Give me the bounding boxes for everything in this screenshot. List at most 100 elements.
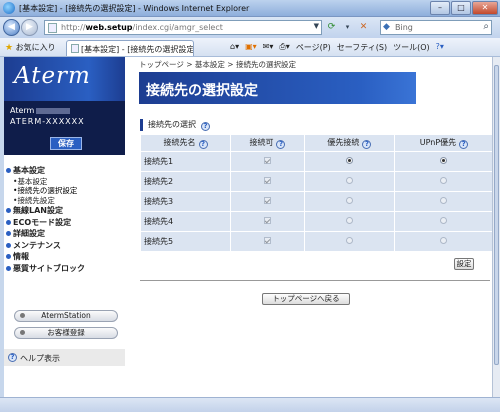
col-header-enabled: 接続可? <box>231 135 304 151</box>
browser-tab[interactable]: [基本設定] - [接続先の選択設定] <box>66 40 194 56</box>
sidebar-item-advanced[interactable]: 詳細設定 <box>4 228 125 240</box>
set-button[interactable]: 設定 <box>454 258 474 270</box>
enabled-checkbox[interactable] <box>263 217 271 224</box>
search-placeholder: Bing <box>395 23 413 32</box>
sidebar-menu: 基本設定 •基本設定 •接続先の選択設定 •接続先設定 無線LAN設定 ECOモ… <box>4 165 125 274</box>
upnp-cell <box>394 192 492 211</box>
upnp-radio[interactable] <box>440 217 448 224</box>
sidebar-subitem-select[interactable]: •接続先の選択設定 <box>4 186 125 196</box>
help-icon[interactable]: ? <box>198 140 208 149</box>
page-viewport: Aterm Aterm ATERM-XXXXXX 保存 基本設定 •基本設定 •… <box>4 57 492 397</box>
favorites-button[interactable]: ★ お気に入り <box>5 42 56 53</box>
sidebar-subitem-basic[interactable]: •基本設定 <box>4 177 125 187</box>
search-provider-icon: ◆ <box>383 22 390 32</box>
sidebar-item-maintenance[interactable]: メンテナンス <box>4 240 125 252</box>
search-input[interactable]: ◆ Bing ⌕ <box>380 20 492 35</box>
back-to-top-button[interactable]: トップページへ戻る <box>262 293 350 305</box>
table-row: 接続先5 <box>141 232 492 251</box>
command-tools: ⌂▾ ▣▾ ✉▾ ⎙▾ ページ(P) セーフティ(S) ツール(O) ?▾ <box>230 42 444 53</box>
minimize-button[interactable]: – <box>430 1 450 15</box>
home-icon[interactable]: ⌂▾ <box>230 42 239 53</box>
mail-icon[interactable]: ✉▾ <box>263 42 274 53</box>
window-title: [基本設定] - [接続先の選択設定] - Windows Internet E… <box>19 4 250 13</box>
stop-icon[interactable]: ✕ <box>357 20 370 35</box>
address-actions: ⟳ ▾ ✕ <box>325 20 370 35</box>
refresh-icon[interactable]: ⟳ <box>325 20 338 35</box>
enabled-checkbox[interactable] <box>263 197 271 204</box>
priority-radio[interactable] <box>345 177 353 184</box>
upnp-cell <box>394 172 492 191</box>
priority-cell <box>304 192 394 211</box>
table-row: 接続先3 <box>141 192 492 211</box>
close-button[interactable]: ✕ <box>472 1 498 15</box>
logo-area: Aterm <box>4 57 125 101</box>
page-title: 接続先の選択設定 <box>146 83 258 99</box>
tools-menu[interactable]: ツール(O) <box>393 42 430 53</box>
help-label: ヘルプ表示 <box>20 354 60 363</box>
safety-menu[interactable]: セーフティ(S) <box>337 42 387 53</box>
enabled-cell <box>231 152 304 171</box>
connection-name: 接続先2 <box>141 172 231 191</box>
sidebar-item-eco[interactable]: ECOモード設定 <box>4 217 125 229</box>
upnp-radio[interactable] <box>440 197 448 204</box>
model-number-redacted <box>36 107 71 114</box>
help-icon[interactable]: ? <box>276 140 286 149</box>
print-icon[interactable]: ⎙▾ <box>279 42 289 53</box>
command-bar: ★ お気に入り [基本設定] - [接続先の選択設定] ⌂▾ ▣▾ ✉▾ ⎙▾ … <box>0 38 500 57</box>
customer-register-button[interactable]: お客様登録 <box>14 327 118 339</box>
col-header-upnp: UPnP優先? <box>394 135 492 151</box>
enabled-checkbox[interactable] <box>263 177 271 184</box>
enabled-checkbox[interactable] <box>263 237 271 244</box>
priority-radio[interactable] <box>345 157 353 164</box>
help-link[interactable]: ? ヘルプ表示 <box>4 349 125 366</box>
priority-radio[interactable] <box>345 197 353 204</box>
url-dropdown-icon[interactable]: ▼ <box>314 22 319 30</box>
url-field[interactable]: http://web.setup/index.cgi/amgr_select ▼ <box>44 20 322 35</box>
enabled-checkbox[interactable] <box>263 157 271 164</box>
upnp-radio[interactable] <box>440 237 448 244</box>
section-help-icon[interactable]: ? <box>201 122 210 131</box>
star-icon: ★ <box>5 43 14 53</box>
sidebar-item-block[interactable]: 悪質サイトブロック <box>4 263 125 275</box>
help-icon[interactable]: ? <box>459 140 469 149</box>
upnp-radio[interactable] <box>440 157 448 164</box>
section-title: 接続先の選択? <box>140 119 210 131</box>
maximize-button[interactable]: □ <box>451 1 471 15</box>
status-bar <box>0 397 500 412</box>
connection-name: 接続先5 <box>141 232 231 251</box>
table-row: 接続先1 <box>141 152 492 171</box>
refresh-dropdown-icon[interactable]: ▾ <box>341 20 354 35</box>
scrollbar-thumb[interactable] <box>494 65 499 365</box>
connection-name: 接続先3 <box>141 192 231 211</box>
priority-radio[interactable] <box>345 237 353 244</box>
upnp-cell <box>394 232 492 251</box>
forward-button[interactable]: ▶ <box>21 19 38 36</box>
back-button[interactable]: ◀ <box>3 19 20 36</box>
sidebar-item-wireless[interactable]: 無線LAN設定 <box>4 205 125 217</box>
window-titlebar: [基本設定] - [接続先の選択設定] - Windows Internet E… <box>0 0 500 17</box>
page-menu[interactable]: ページ(P) <box>296 42 331 53</box>
upnp-radio[interactable] <box>440 177 448 184</box>
help-icon: ? <box>8 353 17 362</box>
sidebar-item-info[interactable]: 情報 <box>4 251 125 263</box>
page-icon <box>48 23 57 33</box>
feeds-icon[interactable]: ▣▾ <box>245 42 257 53</box>
save-button[interactable]: 保存 <box>50 137 82 150</box>
vertical-scrollbar[interactable] <box>492 57 500 397</box>
priority-cell <box>304 152 394 171</box>
ie-icon <box>3 2 15 14</box>
table-row: 接続先2 <box>141 172 492 191</box>
help-menu-icon[interactable]: ?▾ <box>436 42 444 53</box>
sidebar-subitem-connection[interactable]: •接続先設定 <box>4 196 125 206</box>
priority-cell <box>304 172 394 191</box>
table-row: 接続先4 <box>141 212 492 231</box>
priority-radio[interactable] <box>345 217 353 224</box>
help-icon[interactable]: ? <box>362 140 372 149</box>
model-id: ATERM-XXXXXX <box>10 117 85 126</box>
sidebar-item-basic[interactable]: 基本設定 <box>4 165 125 177</box>
search-icon[interactable]: ⌕ <box>483 21 489 32</box>
tab-page-icon <box>71 44 79 53</box>
col-header-name: 接続先名? <box>141 135 231 151</box>
aterm-station-button[interactable]: AtermStation <box>14 310 118 322</box>
breadcrumb: トップページ > 基本設定 > 接続先の選択設定 <box>139 60 296 69</box>
